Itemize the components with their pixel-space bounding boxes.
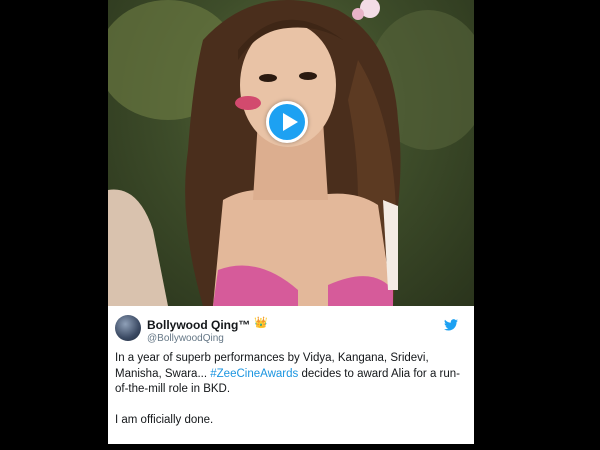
user-handle[interactable]: @BollywoodQing [147,333,224,344]
tweet-body: Bollywood Qing™ 👑 @BollywoodQing In a ye… [108,306,474,444]
video-thumbnail[interactable] [108,0,474,306]
tweet-card: Bollywood Qing™ 👑 @BollywoodQing In a ye… [108,0,474,444]
tweet-text: In a year of superb performances by Vidy… [115,351,467,428]
twitter-bird-icon[interactable] [444,319,458,331]
play-icon[interactable] [266,101,308,143]
hashtag-link[interactable]: #ZeeCineAwards [210,368,298,380]
display-name[interactable]: Bollywood Qing™ [147,318,250,332]
tweet-paragraph: In a year of superb performances by Vidy… [115,351,467,398]
tweet-text-line2: I am officially done. [115,413,214,426]
crown-icon: 👑 [254,317,268,329]
video-frame-art [108,0,474,306]
avatar[interactable] [115,315,141,341]
